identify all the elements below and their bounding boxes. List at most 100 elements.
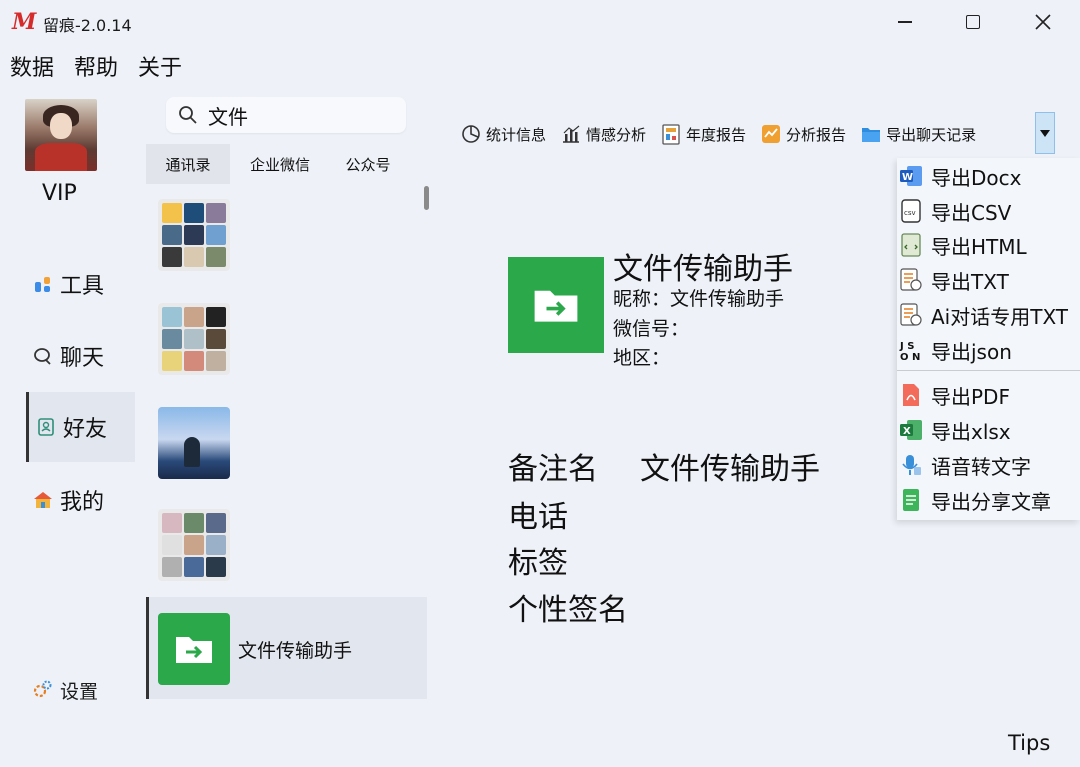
nav-item-chat[interactable]: 聊天 bbox=[26, 321, 132, 391]
window-title: 留痕-2.0.14 bbox=[43, 16, 132, 35]
svg-text:X: X bbox=[903, 426, 911, 437]
title-bar: M 留痕-2.0.14 bbox=[0, 0, 1080, 44]
export-article-item[interactable]: 导出分享文章 bbox=[897, 483, 1051, 517]
menu-help[interactable]: 帮助 bbox=[64, 48, 128, 84]
menu-item-label: 导出TXT bbox=[931, 269, 1009, 294]
export-ai-txt-item[interactable]: Ai对话专用TXT bbox=[897, 298, 1068, 332]
phone-label: 电话 bbox=[508, 500, 568, 535]
profile-region: 地区： bbox=[613, 347, 671, 369]
contact-tabs: 通讯录 企业微信 公众号 bbox=[146, 144, 406, 184]
nav-item-mine[interactable]: 我的 bbox=[26, 465, 132, 535]
menu-about[interactable]: 关于 bbox=[128, 48, 192, 84]
stats-button[interactable]: 统计信息 bbox=[460, 123, 546, 145]
tag-label: 标签 bbox=[508, 546, 568, 581]
app-window: M 留痕-2.0.14 数据 帮助 关于 VIP 工具 聊天 好友 我的 设置 … bbox=[0, 0, 1080, 767]
analysis-report-label: 分析报告 bbox=[786, 125, 847, 144]
group-avatar[interactable] bbox=[158, 509, 230, 581]
gear-icon bbox=[32, 678, 54, 704]
folder-icon bbox=[860, 123, 882, 145]
export-chat-label: 导出聊天记录 bbox=[886, 125, 977, 144]
menu-item-label: 导出Docx bbox=[931, 165, 1022, 190]
sentiment-button[interactable]: 情感分析 bbox=[560, 123, 646, 145]
json-icon: J SO N bbox=[899, 338, 923, 362]
voice-icon bbox=[899, 453, 923, 477]
menu-item-label: 导出xlsx bbox=[931, 419, 1011, 444]
search-box bbox=[166, 97, 406, 133]
analysis-report-button[interactable]: 分析报告 bbox=[760, 123, 846, 145]
chat-icon bbox=[32, 345, 54, 367]
signature-label: 个性签名 bbox=[508, 593, 628, 628]
pdf-icon bbox=[899, 383, 923, 407]
sentiment-label: 情感分析 bbox=[586, 125, 647, 144]
nav-label: 工具 bbox=[60, 274, 105, 299]
file-transfer-avatar[interactable] bbox=[158, 613, 230, 685]
maximize-button[interactable] bbox=[938, 0, 1008, 44]
ai-txt-icon bbox=[899, 303, 923, 327]
menu-bar: 数据 帮助 关于 bbox=[0, 48, 192, 84]
maximize-icon bbox=[966, 15, 980, 29]
group-avatar[interactable] bbox=[158, 199, 230, 271]
menu-item-label: 导出CSV bbox=[931, 200, 1012, 225]
nav-label: 我的 bbox=[60, 490, 105, 515]
menu-item-label: 语音转文字 bbox=[931, 454, 1031, 479]
folder-arrow-icon bbox=[176, 637, 212, 663]
tab-contacts[interactable]: 通讯录 bbox=[146, 144, 230, 184]
profile-avatar bbox=[508, 257, 604, 353]
vip-label: VIP bbox=[42, 181, 77, 206]
word-icon: W bbox=[899, 164, 923, 188]
app-logo: M bbox=[12, 9, 37, 35]
speech-to-text-item[interactable]: 语音转文字 bbox=[897, 448, 1031, 482]
html-icon bbox=[899, 233, 923, 257]
export-xlsx-item[interactable]: X 导出xlsx bbox=[897, 413, 1011, 447]
svg-text:O N: O N bbox=[900, 352, 920, 362]
remark-value: 文件传输助手 bbox=[640, 452, 820, 487]
nav-item-tools[interactable]: 工具 bbox=[26, 249, 132, 319]
export-html-item[interactable]: 导出HTML bbox=[897, 228, 1027, 262]
scrollbar[interactable] bbox=[424, 186, 429, 210]
group-avatar[interactable] bbox=[158, 303, 230, 375]
export-chat-button[interactable]: 导出聊天记录 bbox=[860, 123, 976, 145]
profile-nickname: 昵称：文件传输助手 bbox=[613, 288, 785, 310]
search-input[interactable] bbox=[206, 102, 390, 128]
nav-label: 好友 bbox=[63, 417, 108, 442]
contact-avatar[interactable] bbox=[158, 407, 230, 479]
stats-label: 统计信息 bbox=[486, 125, 547, 144]
menu-separator bbox=[897, 370, 1080, 371]
annual-report-button[interactable]: 年度报告 bbox=[660, 123, 746, 145]
tab-work-wechat[interactable]: 企业微信 bbox=[230, 144, 330, 184]
contact-name: 文件传输助手 bbox=[238, 640, 353, 662]
export-docx-item[interactable]: W 导出Docx bbox=[897, 159, 1021, 193]
menu-item-label: Ai对话专用TXT bbox=[931, 304, 1069, 329]
svg-text:J S: J S bbox=[899, 341, 914, 352]
export-dropdown-button[interactable] bbox=[1035, 112, 1055, 154]
csv-icon: csv bbox=[899, 199, 923, 223]
search-icon bbox=[179, 106, 197, 124]
nav-item-contacts[interactable]: 好友 bbox=[26, 392, 135, 462]
export-txt-item[interactable]: 导出TXT bbox=[897, 263, 1009, 297]
report-icon bbox=[660, 123, 682, 145]
svg-text:csv: csv bbox=[904, 209, 916, 217]
menu-item-label: 导出HTML bbox=[931, 234, 1027, 259]
export-csv-item[interactable]: csv 导出CSV bbox=[897, 194, 1011, 228]
avatar[interactable] bbox=[25, 99, 97, 171]
tools-icon bbox=[32, 273, 54, 295]
export-pdf-item[interactable]: 导出PDF bbox=[897, 378, 1010, 412]
analysis-icon bbox=[760, 123, 782, 145]
export-json-item[interactable]: J SO N 导出json bbox=[897, 333, 1012, 367]
annual-report-label: 年度报告 bbox=[686, 125, 747, 144]
bar-chart-icon bbox=[560, 123, 582, 145]
minimize-button[interactable] bbox=[870, 0, 940, 44]
nav-label: 聊天 bbox=[60, 346, 105, 371]
settings-button[interactable]: 设置 bbox=[32, 677, 98, 704]
menu-data[interactable]: 数据 bbox=[0, 48, 64, 84]
excel-icon: X bbox=[899, 418, 923, 442]
tips-link[interactable]: Tips bbox=[1008, 731, 1050, 755]
menu-item-label: 导出分享文章 bbox=[931, 489, 1051, 514]
article-icon bbox=[899, 488, 923, 512]
pie-chart-icon bbox=[460, 123, 482, 145]
tab-official-accounts[interactable]: 公众号 bbox=[330, 144, 406, 184]
close-button[interactable] bbox=[1008, 0, 1078, 44]
minimize-icon bbox=[898, 21, 912, 23]
remark-label: 备注名 bbox=[508, 452, 598, 487]
menu-item-label: 导出json bbox=[931, 339, 1012, 364]
